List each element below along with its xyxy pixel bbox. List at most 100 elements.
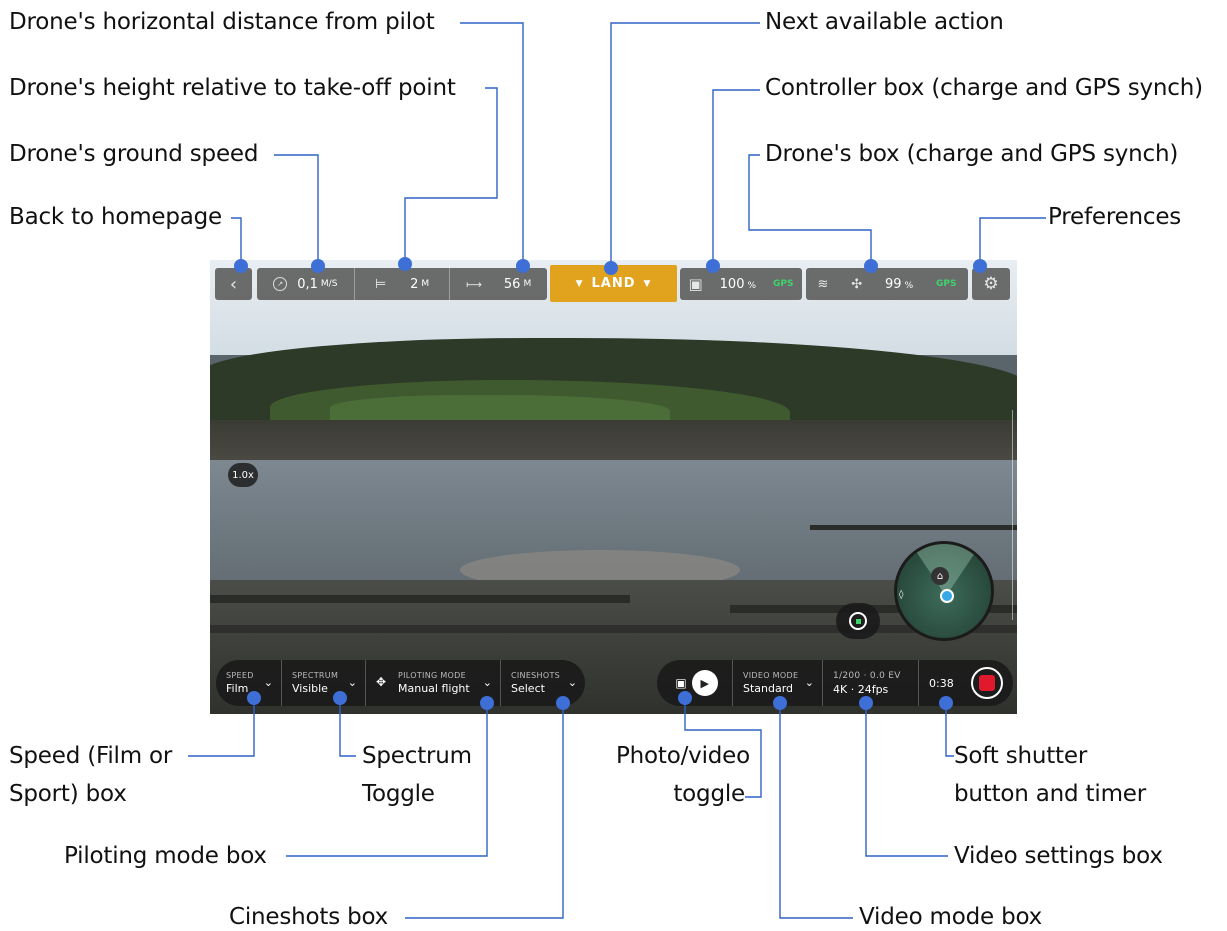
label-speed-box-1: Speed (Film or [9,743,173,769]
height-value: 2 [410,276,419,292]
speedometer-icon: ↗ [273,277,288,291]
label-spectrum-2: Toggle [362,781,435,807]
spectrum-caption: SPECTRUM [292,671,339,680]
label-height: Drone's height relative to take-off poin… [9,75,456,101]
video-settings-value: 4K · 24fps [833,682,889,696]
video-settings-box[interactable]: 1/200 · 0.0 EV 4K · 24fps [823,660,919,706]
chevron-down-icon: ⌄ [482,676,492,689]
piloting-mode-box[interactable]: ✥ PILOTING MODE Manual flight ⌄ [366,660,501,706]
chevron-down-icon: ⌄ [263,676,273,689]
preferences-button[interactable]: ⚙ [972,268,1010,300]
label-horizontal-distance: Drone's horizontal distance from pilot [9,9,435,35]
back-button[interactable]: ‹ [215,268,252,300]
cineshots-value: Select [511,682,545,695]
cineshots-caption: CINESHOTS [511,671,561,680]
chevron-down-icon: ▼ [643,278,652,289]
flight-settings-bar: SPEED Film ⌄ SPECTRUM Visible ⌄ ✥ PILOTI… [216,660,585,706]
compass-icon: ◊ [899,590,904,600]
controller-charge-value: 100 [719,276,745,292]
land-action-label: LAND [591,276,636,291]
record-stop-icon [979,675,995,691]
height-icon: ⊨ [374,276,387,292]
soft-shutter-button[interactable] [971,667,1003,699]
drone-box[interactable]: ≋ ✣ 99% GPS [806,268,968,300]
callout-horizontal-distance [460,22,524,264]
camera-icon[interactable]: ▣ [675,676,686,690]
callout-back [231,217,242,264]
target-icon [849,612,867,630]
chevron-down-icon: ▼ [575,278,584,289]
ground-speed-unit: M/S [320,279,338,289]
camera-feed-oyster-row [210,595,630,603]
label-drone-box: Drone's box (charge and GPS synch) [765,141,1179,167]
video-mode-caption: VIDEO MODE [743,671,799,680]
controller-charge-unit: % [747,280,757,291]
controller-charge: 100% [720,277,756,292]
drone-app-screen: ‹ ↗ 0,1 M/S ⊨ 2M ⟼ 56 M ▼ LAND ▼ ▣ 100% GP… [210,260,1017,714]
label-soft-shutter-1: Soft shutter [954,743,1088,769]
callout-preferences [979,217,1046,266]
piloting-mode-value: Manual flight [398,682,470,695]
camera-feed-bank [210,420,1017,465]
video-camera-icon[interactable]: ▶ [691,670,718,696]
telemetry-box: ↗ 0,1 M/S ⊨ 2M ⟼ 56 M [257,268,547,300]
label-photo-video-1: Photo/video [616,743,750,769]
piloting-mode-caption: PILOTING MODE [398,671,466,680]
distance-unit: M [523,279,532,289]
cineshots-box[interactable]: CINESHOTS Select ⌄ [501,660,585,706]
label-controller-box: Controller box (charge and GPS synch) [765,75,1203,101]
chevron-down-icon: ⌄ [347,676,357,689]
shutter-timer-box: 0:38 [919,660,1013,706]
camera-settings-bar: ▣ ▶ VIDEO MODE Standard ⌄ 1/200 · 0.0 EV… [657,660,1013,706]
label-next-action: Next available action [765,9,1004,35]
zoom-ruler [1012,410,1017,620]
video-mode-value: Standard [743,682,794,695]
move-icon: ✥ [376,675,387,689]
label-speed-box-2: Sport) box [9,781,127,807]
height-unit: M [421,279,430,289]
minimap[interactable]: ⌂ ◊ [894,541,994,641]
callout-next-action [610,22,760,268]
controller-gps-badge: GPS [773,279,794,289]
distance-value: 56 [503,276,521,292]
chevron-down-icon: ⌄ [567,676,577,689]
speed-box[interactable]: SPEED Film ⌄ [216,660,282,706]
label-video-mode: Video mode box [859,904,1043,930]
label-photo-video-2: toggle [673,781,745,807]
label-piloting-mode: Piloting mode box [64,843,267,869]
controller-icon: ▣ [688,275,703,293]
gear-icon: ⚙ [983,274,999,294]
camera-feed-oyster-row [210,625,1017,633]
label-video-settings: Video settings box [954,843,1163,869]
label-soft-shutter-2: button and timer [954,781,1146,807]
land-action-button[interactable]: ▼ LAND ▼ [550,265,677,302]
ground-speed-value: 0,1 [297,276,318,292]
spectrum-value: Visible [292,682,328,695]
drone-charge-unit: % [904,280,914,291]
chevron-down-icon: ⌄ [804,676,814,689]
camera-feed-oyster-row [810,525,1017,530]
video-settings-caption: 1/200 · 0.0 EV [833,670,901,681]
callout-piloting [286,703,488,857]
callout-controller [712,89,760,266]
controller-box[interactable]: ▣ 100% GPS [680,268,802,300]
callout-drone-box [748,154,872,266]
drone-icon: ✣ [851,276,863,292]
video-mode-box[interactable]: VIDEO MODE Standard ⌄ [733,660,823,706]
label-spectrum-1: Spectrum [362,743,472,769]
ground-speed-readout: ↗ 0,1 M/S [257,268,355,300]
callout-height [404,87,498,264]
target-button[interactable] [836,603,880,639]
callout-cineshots [405,703,564,919]
photo-video-toggle[interactable]: ▣ ▶ [657,660,733,706]
home-icon: ⌂ [931,567,949,585]
label-preferences: Preferences [1048,204,1182,230]
label-ground-speed: Drone's ground speed [9,141,259,167]
drone-gps-badge: GPS [936,279,957,289]
callout-ground-speed [274,154,319,266]
label-cineshots: Cineshots box [229,904,389,930]
zoom-level-indicator[interactable]: 1.0x [228,463,258,487]
spectrum-box[interactable]: SPECTRUM Visible ⌄ [282,660,366,706]
drone-position-dot [940,589,954,603]
label-back: Back to homepage [9,204,222,230]
